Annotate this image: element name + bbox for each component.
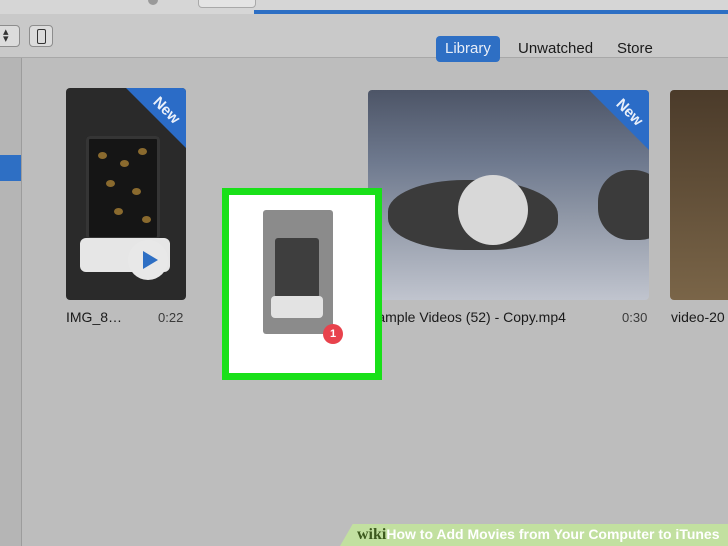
movie-title[interactable]: video-20: [671, 309, 725, 325]
sidebar: [0, 58, 22, 546]
tab-store[interactable]: Store: [617, 36, 653, 62]
drag-count-badge: 1: [323, 324, 343, 344]
sidebar-selected-item[interactable]: [0, 155, 21, 181]
movie-title[interactable]: Sample Videos (52) - Copy.mp4: [368, 309, 566, 325]
movie-duration: 0:30: [622, 310, 648, 325]
candle-holder-image: [86, 136, 160, 240]
movie-title[interactable]: IMG_8…: [66, 309, 122, 325]
seal-image: [598, 170, 649, 240]
search-pill[interactable]: [198, 0, 256, 8]
banner-title: to Add Movies from Your Computer to iTun…: [415, 526, 720, 542]
dragged-image-base: [271, 296, 323, 318]
movie-thumbnail[interactable]: [670, 90, 728, 300]
movie-thumbnail[interactable]: New: [368, 90, 649, 300]
dragged-file-thumbnail[interactable]: [263, 210, 333, 334]
footer-banner-text: wikiHow to Add Movies from Your Computer…: [357, 526, 720, 544]
dragged-image: [275, 238, 319, 298]
seal-belly: [458, 175, 528, 245]
sort-stepper-button[interactable]: ▴ ▾: [0, 25, 20, 47]
device-button[interactable]: [29, 25, 53, 47]
tab-unwatched[interactable]: Unwatched: [518, 36, 593, 62]
wiki-logo: wiki: [357, 526, 387, 543]
play-icon[interactable]: [128, 240, 168, 280]
tab-library[interactable]: Library: [436, 36, 500, 62]
movie-thumbnail[interactable]: New: [66, 88, 186, 300]
movie-duration: 0:22: [158, 310, 184, 325]
toolbar: ▴ ▾ Library Unwatched Store: [0, 14, 728, 62]
iphone-icon: [37, 29, 46, 44]
window-control[interactable]: [148, 0, 158, 5]
banner-how: How: [386, 526, 416, 542]
updown-arrows-icon: ▴ ▾: [3, 26, 9, 45]
